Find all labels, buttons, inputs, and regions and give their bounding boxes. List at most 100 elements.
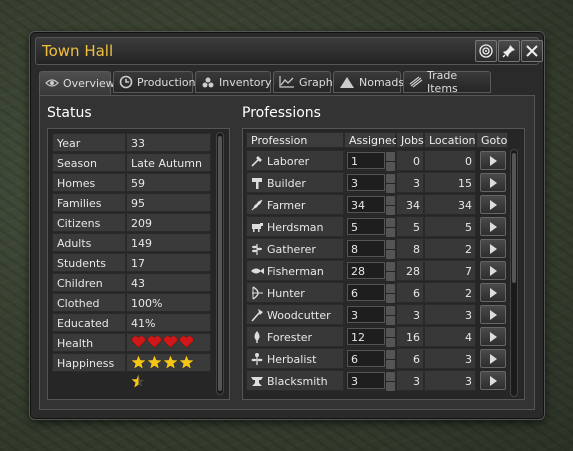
assigned-stepper[interactable]	[386, 239, 395, 260]
increment-button[interactable]	[386, 196, 395, 205]
graph-icon	[279, 76, 294, 88]
locations-cell: 2	[424, 238, 476, 259]
assigned-input[interactable]: 3	[347, 174, 385, 191]
wheat-icon	[251, 199, 263, 211]
assigned-input[interactable]: 12	[347, 328, 385, 345]
status-row: Citizens 209	[52, 213, 211, 232]
tab-production[interactable]: Production	[113, 71, 196, 93]
goto-button[interactable]	[480, 371, 506, 390]
eye-icon	[45, 79, 59, 87]
decrement-button[interactable]	[386, 228, 395, 237]
pin-button[interactable]	[498, 40, 520, 62]
goto-button[interactable]	[480, 349, 506, 368]
increment-button[interactable]	[386, 328, 395, 337]
goto-button[interactable]	[480, 173, 506, 192]
assigned-cell: 3	[344, 370, 396, 391]
professions-scrollbar[interactable]	[510, 149, 518, 397]
decrement-button[interactable]	[386, 360, 395, 369]
status-label: Students	[52, 253, 126, 272]
status-scrollbar[interactable]	[216, 132, 224, 395]
goto-button[interactable]	[480, 305, 506, 324]
decrement-button[interactable]	[386, 294, 395, 303]
assigned-input[interactable]: 6	[347, 350, 385, 367]
assigned-input[interactable]: 8	[347, 240, 385, 257]
col-header-goto[interactable]: Goto	[476, 132, 508, 148]
status-row: Educated 41%	[52, 313, 211, 332]
status-row: Students 17	[52, 253, 211, 272]
assigned-cell: 34	[344, 194, 396, 215]
production-icon	[119, 75, 133, 89]
tab-inventory[interactable]: Inventory	[195, 71, 272, 93]
assigned-stepper[interactable]	[386, 195, 395, 216]
assigned-input[interactable]: 3	[347, 306, 385, 323]
tab-nomads[interactable]: Nomads	[333, 71, 405, 93]
increment-button[interactable]	[386, 372, 395, 381]
scrollbar-thumb[interactable]	[512, 153, 516, 283]
decrement-button[interactable]	[386, 272, 395, 281]
assigned-cell: 28	[344, 260, 396, 281]
assigned-input[interactable]: 3	[347, 372, 385, 389]
profession-name-cell: Woodcutter	[246, 304, 344, 325]
decrement-button[interactable]	[386, 184, 395, 193]
increment-button[interactable]	[386, 306, 395, 315]
decrement-button[interactable]	[386, 382, 395, 391]
decrement-button[interactable]	[386, 338, 395, 347]
status-value: 209	[126, 213, 211, 232]
increment-button[interactable]	[386, 262, 395, 271]
assigned-stepper[interactable]	[386, 371, 395, 392]
window-titlebar[interactable]: Town Hall	[35, 37, 543, 65]
assigned-stepper[interactable]	[386, 327, 395, 348]
col-header-jobs[interactable]: Jobs	[396, 132, 424, 148]
increment-button[interactable]	[386, 218, 395, 227]
target-button[interactable]	[475, 40, 497, 62]
increment-button[interactable]	[386, 174, 395, 183]
profession-row: Gatherer 8 8 2	[246, 238, 508, 260]
profession-name: Laborer	[267, 155, 310, 168]
goto-button[interactable]	[480, 239, 506, 258]
col-header-assigned[interactable]: Assigned	[344, 132, 399, 148]
increment-button[interactable]	[386, 350, 395, 359]
tab-bar: Overview Production Inventory Graphs Nom…	[39, 69, 535, 95]
tab-label: Trade Items	[427, 69, 458, 95]
assigned-stepper[interactable]	[386, 217, 395, 238]
decrement-button[interactable]	[386, 250, 395, 259]
assigned-input[interactable]: 6	[347, 284, 385, 301]
status-row: Homes 59	[52, 173, 211, 192]
decrement-button[interactable]	[386, 206, 395, 215]
assigned-stepper[interactable]	[386, 261, 395, 282]
assigned-stepper[interactable]	[386, 283, 395, 304]
tab-graphs[interactable]: Graphs	[273, 71, 338, 93]
decrement-button[interactable]	[386, 162, 395, 171]
scrollbar-thumb[interactable]	[218, 136, 222, 391]
close-button[interactable]	[521, 40, 543, 62]
assigned-stepper[interactable]	[386, 173, 395, 194]
goto-button[interactable]	[480, 283, 506, 302]
tab-label: Nomads	[359, 75, 405, 89]
anvil-icon	[251, 377, 263, 386]
tab-trade-items[interactable]: Trade Items	[403, 69, 491, 95]
goto-button[interactable]	[480, 327, 506, 346]
jobs-cell: 34	[396, 194, 424, 215]
decrement-button[interactable]	[386, 316, 395, 325]
increment-button[interactable]	[386, 152, 395, 161]
assigned-stepper[interactable]	[386, 349, 395, 370]
assigned-input[interactable]: 5	[347, 218, 385, 235]
pin-icon	[502, 45, 515, 58]
assigned-stepper[interactable]	[386, 151, 395, 172]
assigned-input[interactable]: 1	[347, 152, 385, 169]
assigned-stepper[interactable]	[386, 305, 395, 326]
status-value: 43	[126, 273, 211, 292]
goto-button[interactable]	[480, 217, 506, 236]
increment-button[interactable]	[386, 240, 395, 249]
col-header-locations[interactable]: Locations	[424, 132, 481, 148]
goto-button[interactable]	[480, 151, 506, 170]
assigned-input[interactable]: 28	[347, 262, 385, 279]
heart-icon	[179, 335, 194, 349]
goto-button[interactable]	[480, 195, 506, 214]
increment-button[interactable]	[386, 284, 395, 293]
assigned-input[interactable]: 34	[347, 196, 385, 213]
tab-overview[interactable]: Overview	[39, 71, 115, 95]
profession-name: Forester	[267, 331, 313, 344]
goto-button[interactable]	[480, 261, 506, 280]
col-header-profession[interactable]: Profession	[246, 132, 344, 148]
